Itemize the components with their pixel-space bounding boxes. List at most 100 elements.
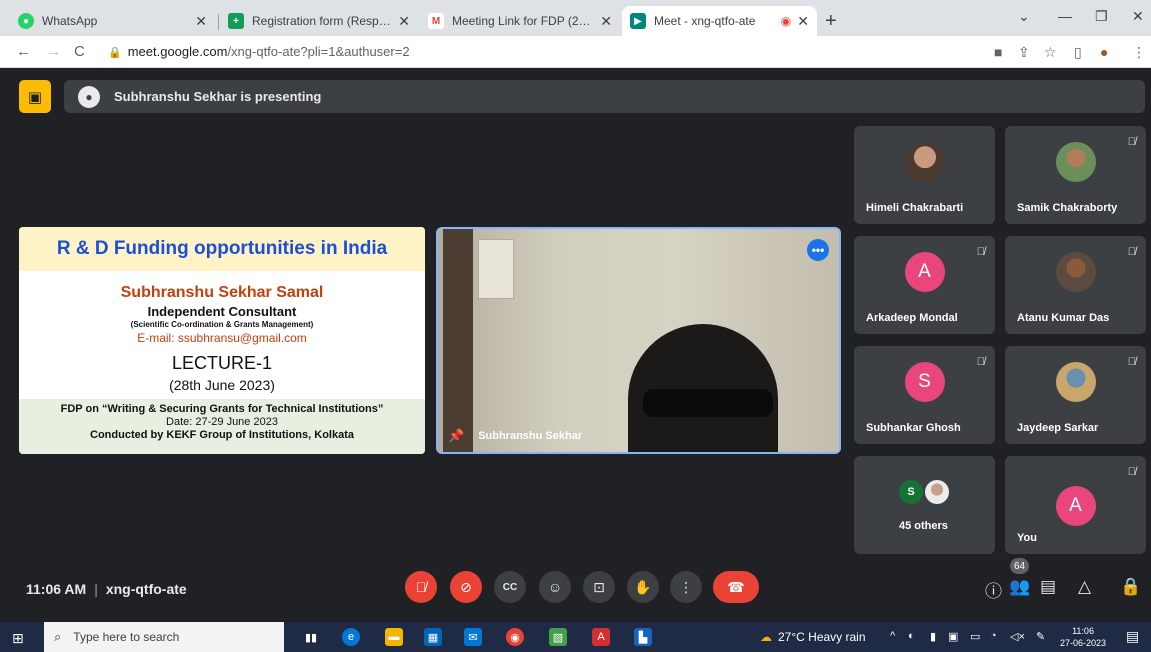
share-icon[interactable]: ⇪ bbox=[1018, 44, 1030, 61]
participant-avatar bbox=[1055, 252, 1096, 292]
meeting-info: 11:06 AM | xng-qtfo-ate bbox=[26, 581, 187, 597]
participant-tile[interactable]: 🎙̸ Samik Chakraborty bbox=[1005, 126, 1146, 224]
clock-time: 11:06 bbox=[1072, 626, 1094, 636]
host-controls-icon[interactable]: 🔒 bbox=[1120, 577, 1141, 597]
participant-avatar: S bbox=[904, 362, 945, 402]
tray-app-icon[interactable]: ◐ bbox=[908, 630, 915, 642]
file-explorer-icon[interactable]: ▬ bbox=[385, 628, 403, 646]
close-window-button[interactable]: ✕ bbox=[1132, 8, 1144, 25]
volume-icon[interactable]: ◁× bbox=[1010, 630, 1025, 643]
search-placeholder: Type here to search bbox=[73, 630, 180, 644]
tab-whatsapp[interactable]: ● WhatsApp ✕ bbox=[10, 6, 215, 36]
tab-search-icon[interactable]: ⌄ bbox=[1018, 8, 1030, 25]
close-icon[interactable]: ✕ bbox=[195, 13, 207, 30]
tray-chevron-icon[interactable]: ^ bbox=[890, 630, 895, 642]
tab-meet[interactable]: ▶ Meet - xng-qtfo-ate ◉ ✕ bbox=[622, 6, 817, 36]
close-icon[interactable]: ✕ bbox=[797, 13, 809, 30]
speaker-video-tile[interactable]: ••• 📌 Subhranshu Sekhar bbox=[436, 227, 841, 454]
tab-meeting-link[interactable]: M Meeting Link for FDP (27.06.23 to ✕ bbox=[420, 6, 620, 36]
side-panel-icon[interactable]: ▯ bbox=[1074, 44, 1082, 61]
mic-off-icon: 🎙̸ bbox=[976, 246, 985, 258]
tab-registration-form[interactable]: + Registration form (Responses) - ✕ bbox=[220, 6, 418, 36]
participant-count-badge: 64 bbox=[1010, 558, 1030, 574]
wifi-icon[interactable]: ◔ bbox=[990, 630, 997, 642]
taskbar-search[interactable]: ⌕ Type here to search bbox=[44, 622, 284, 652]
slide-presenter-name: Subhranshu Sekhar Samal bbox=[120, 284, 324, 301]
presenting-banner: ● Subhranshu Sekhar is presenting bbox=[64, 80, 1145, 113]
participant-avatar bbox=[925, 480, 949, 504]
more-options-icon[interactable]: ••• bbox=[807, 239, 829, 261]
mail-icon[interactable]: ✉ bbox=[464, 628, 482, 646]
tray-app-icon[interactable]: ▣ bbox=[948, 630, 958, 643]
address-bar: ← → C 🔒 meet.google.com/xng-qtfo-ate?pli=… bbox=[0, 36, 1151, 68]
info-icon[interactable]: ⓘ bbox=[985, 577, 1002, 602]
speaker-name: Subhranshu Sekhar bbox=[478, 430, 583, 442]
reactions-button[interactable]: ☺ bbox=[539, 571, 571, 603]
slide-lecture: LECTURE-1 bbox=[171, 353, 273, 373]
chrome-icon[interactable]: ◉ bbox=[506, 628, 524, 646]
mic-off-icon: 🎙̸ bbox=[1127, 136, 1136, 148]
participant-name: Himeli Chakrabarti bbox=[866, 202, 964, 214]
battery-icon[interactable]: ▭ bbox=[970, 630, 980, 643]
url-field[interactable]: 🔒 meet.google.com/xng-qtfo-ate?pli=1&auth… bbox=[108, 44, 410, 59]
app-icon[interactable]: ▙ bbox=[634, 628, 652, 646]
bookmark-star-icon[interactable]: ☆ bbox=[1044, 44, 1057, 61]
people-icon[interactable]: 👥 bbox=[1009, 577, 1030, 597]
close-icon[interactable]: ✕ bbox=[600, 13, 612, 30]
tray-app-icon[interactable]: ▮ bbox=[930, 630, 936, 643]
menu-dots-icon[interactable]: ⋮ bbox=[1132, 44, 1146, 61]
participant-avatar: A bbox=[904, 252, 945, 292]
pen-icon[interactable]: ✎ bbox=[1036, 630, 1045, 643]
task-view-icon[interactable]: ▮▮ bbox=[302, 628, 320, 646]
store-icon[interactable]: ▦ bbox=[424, 628, 442, 646]
chat-icon[interactable]: ▤ bbox=[1040, 577, 1056, 597]
participant-name: Jaydeep Sarkar bbox=[1017, 422, 1099, 434]
forward-icon[interactable]: → bbox=[46, 43, 61, 60]
taskbar-clock[interactable]: 11:06 27-06-2023 bbox=[1060, 625, 1106, 649]
participant-tile[interactable]: 🎙̸ Jaydeep Sarkar bbox=[1005, 346, 1146, 444]
activities-icon[interactable]: △ bbox=[1078, 577, 1091, 597]
participant-name: Atanu Kumar Das bbox=[1017, 312, 1110, 324]
edge-icon[interactable]: e bbox=[342, 628, 360, 646]
mic-off-icon: 🎙̸ bbox=[415, 579, 427, 595]
present-screen-button[interactable]: ⊡ bbox=[583, 571, 615, 603]
new-tab-button[interactable]: + bbox=[825, 10, 837, 33]
camera-icon[interactable]: ■ bbox=[994, 44, 1002, 60]
leave-call-button[interactable]: ☎ bbox=[713, 571, 759, 603]
participant-tile[interactable]: 🎙̸ A Arkadeep Mondal bbox=[854, 236, 995, 334]
minimize-button[interactable]: — bbox=[1058, 8, 1072, 24]
slide-dates: Date: 27-29 June 2023 bbox=[166, 416, 278, 428]
camera-toggle-button[interactable]: ⊘ bbox=[450, 571, 482, 603]
participant-name: You bbox=[1017, 532, 1037, 544]
weather-widget[interactable]: ☁ 27°C Heavy rain bbox=[760, 630, 866, 644]
reload-icon[interactable]: C bbox=[74, 43, 85, 60]
pdf-reader-icon[interactable]: A bbox=[592, 628, 610, 646]
participant-tile-others[interactable]: S 45 others bbox=[854, 456, 995, 554]
app-icon[interactable]: ▧ bbox=[549, 628, 567, 646]
mic-toggle-button[interactable]: 🎙̸ bbox=[405, 571, 437, 603]
more-options-button[interactable]: ⋮ bbox=[670, 571, 702, 603]
stop-presenting-button[interactable]: ▣ bbox=[19, 80, 51, 113]
raise-hand-button[interactable]: ✋ bbox=[627, 571, 659, 603]
captions-button[interactable]: CC bbox=[494, 571, 526, 603]
tab-label: WhatsApp bbox=[42, 14, 98, 28]
pin-icon: 📌 bbox=[448, 428, 465, 443]
presentation-slide[interactable]: R & D Funding opportunities in India Sub… bbox=[19, 227, 425, 454]
restore-button[interactable]: ❐ bbox=[1095, 8, 1108, 25]
windows-start-icon[interactable]: ⊞ bbox=[12, 630, 24, 647]
back-icon[interactable]: ← bbox=[16, 43, 31, 60]
sheets-icon: + bbox=[228, 13, 244, 29]
lock-icon: 🔒 bbox=[108, 47, 122, 59]
close-icon[interactable]: ✕ bbox=[398, 13, 410, 30]
notifications-icon[interactable]: ▤ bbox=[1126, 628, 1139, 645]
present-off-icon: ▣ bbox=[27, 88, 43, 106]
profile-avatar-icon[interactable]: ● bbox=[1100, 44, 1108, 60]
weather-icon: ☁ bbox=[760, 630, 772, 644]
participant-tile[interactable]: Himeli Chakrabarti bbox=[854, 126, 995, 224]
emoji-icon: ☺ bbox=[547, 579, 563, 595]
url-host: meet.google.com bbox=[127, 44, 228, 59]
participant-tile[interactable]: 🎙̸ S Subhankar Ghosh bbox=[854, 346, 995, 444]
phone-hangup-icon: ☎ bbox=[727, 578, 745, 595]
participant-tile[interactable]: 🎙̸ Atanu Kumar Das bbox=[1005, 236, 1146, 334]
participant-tile-self[interactable]: 🎙̸ A You bbox=[1005, 456, 1146, 554]
